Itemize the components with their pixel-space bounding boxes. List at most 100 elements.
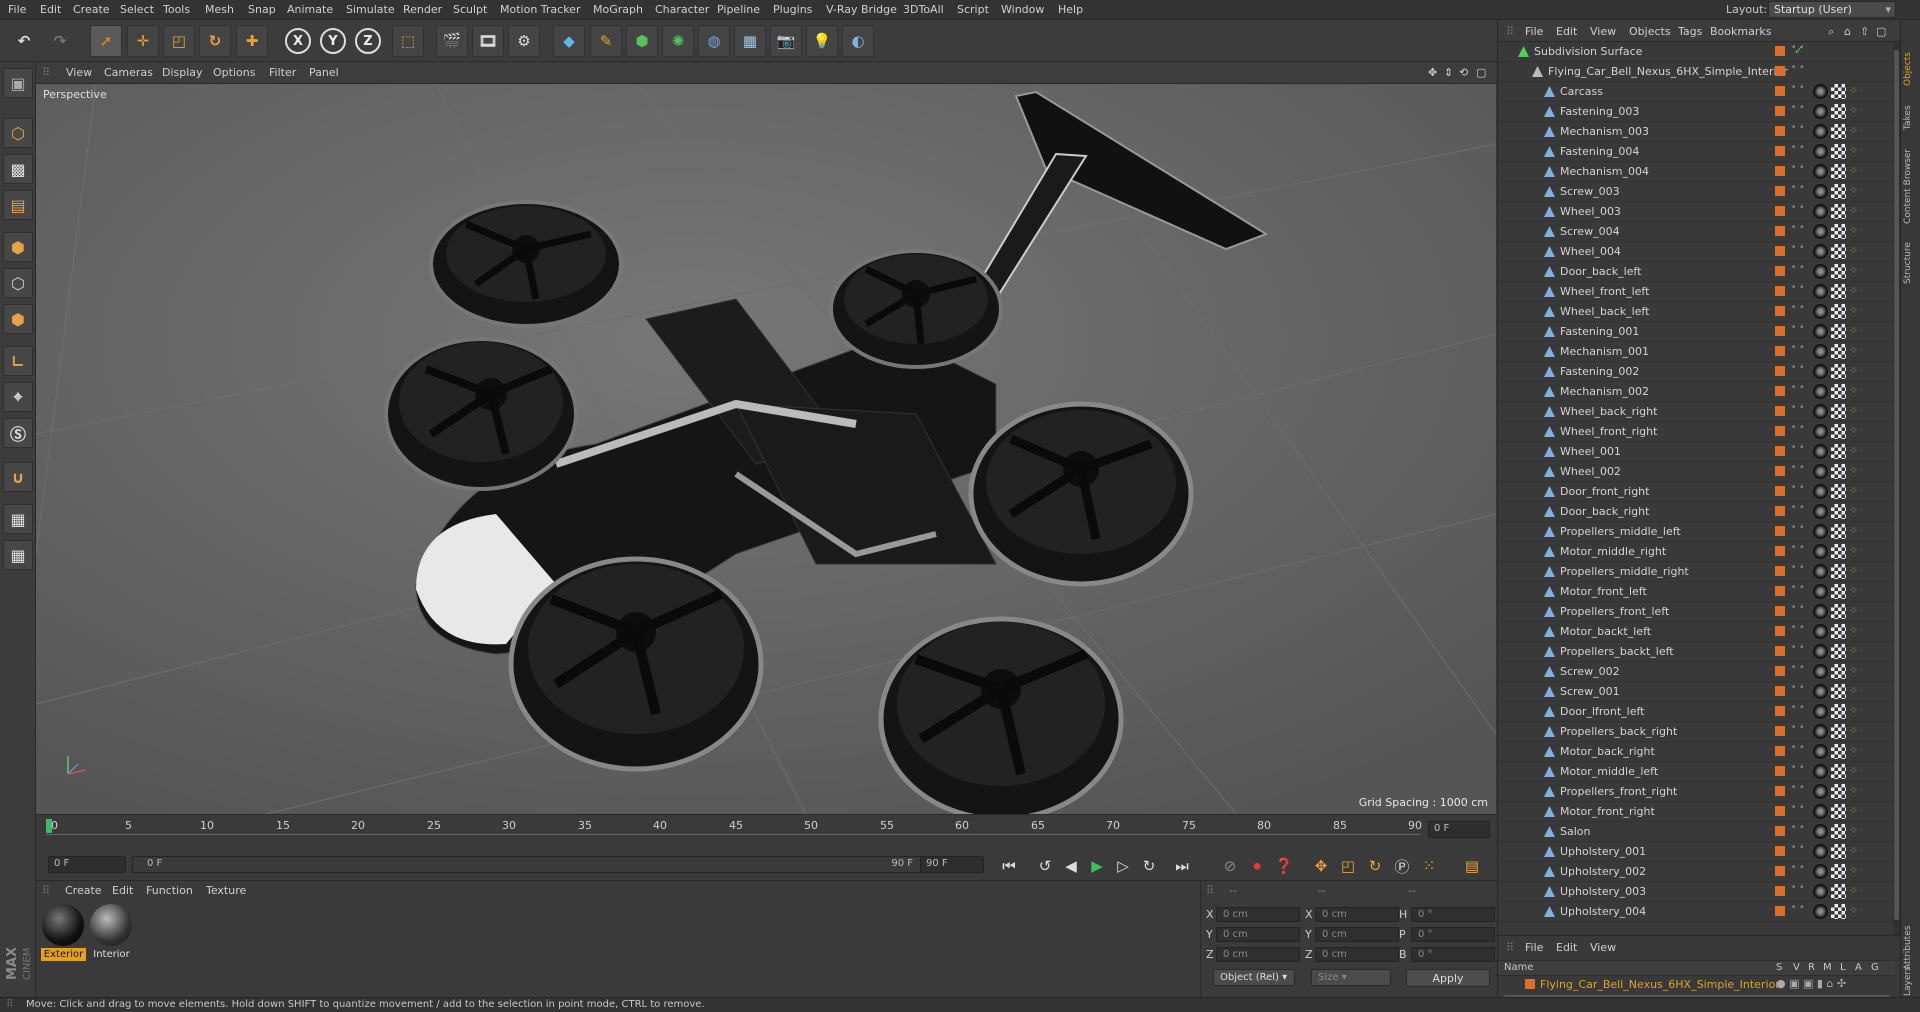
texture-tag-icon[interactable]: [1831, 704, 1846, 719]
pen-spline-icon[interactable]: ✎: [590, 25, 622, 57]
layer-color-box[interactable]: [1775, 226, 1785, 236]
visibility-dots-icon[interactable]: • •: [1791, 784, 1804, 793]
selection-tool-icon[interactable]: ➚: [90, 25, 122, 57]
selection-tag-icon[interactable]: ⁘: [1849, 384, 1864, 399]
visibility-dots-icon[interactable]: • •: [1791, 484, 1804, 493]
material-tag-icon[interactable]: [1813, 204, 1828, 219]
material-menu-function[interactable]: Function: [146, 884, 193, 897]
object-row[interactable]: Wheel_front_left • • ⁘: [1498, 282, 1894, 302]
material-tag-icon[interactable]: [1813, 224, 1828, 239]
layer-color-box[interactable]: [1775, 466, 1785, 476]
menu-render[interactable]: Render: [403, 3, 442, 16]
scale-tool-icon[interactable]: ◰: [163, 25, 195, 57]
visibility-dots-icon[interactable]: • •: [1791, 664, 1804, 673]
menu-simulate[interactable]: Simulate: [346, 3, 395, 16]
material-tag-icon[interactable]: [1813, 904, 1828, 919]
material-tag-icon[interactable]: [1813, 144, 1828, 159]
layer-color-box[interactable]: [1775, 686, 1785, 696]
selection-tag-icon[interactable]: ⁘: [1849, 164, 1864, 179]
selection-tag-icon[interactable]: ⁘: [1849, 564, 1864, 579]
magnet-icon[interactable]: ∪: [3, 462, 33, 492]
texture-tag-icon[interactable]: [1831, 624, 1846, 639]
selection-tag-icon[interactable]: ⁘: [1849, 304, 1864, 319]
object-row[interactable]: Upholstery_003 • • ⁘: [1498, 882, 1894, 902]
material-tag-icon[interactable]: [1813, 804, 1828, 819]
visibility-dots-icon[interactable]: • •: [1791, 624, 1804, 633]
selection-tag-icon[interactable]: ⁘: [1849, 284, 1864, 299]
texture-tag-icon[interactable]: [1831, 604, 1846, 619]
tab-attributes[interactable]: Attributes: [1903, 920, 1919, 970]
layer-color-box[interactable]: [1775, 486, 1785, 496]
material-tag-icon[interactable]: [1813, 304, 1828, 319]
texture-tag-icon[interactable]: [1831, 764, 1846, 779]
tab-layers[interactable]: Layers: [1903, 966, 1919, 996]
workplane-mode-icon[interactable]: ▤: [3, 190, 33, 220]
material-exterior[interactable]: Exterior: [41, 903, 86, 963]
selection-tag-icon[interactable]: ⁘: [1849, 724, 1864, 739]
texture-tag-icon[interactable]: [1831, 404, 1846, 419]
live-selection-icon[interactable]: ✚: [236, 25, 268, 57]
visibility-dots-icon[interactable]: • •: [1791, 324, 1804, 333]
om-menu-bookmarks[interactable]: Bookmarks: [1710, 25, 1771, 38]
texture-tag-icon[interactable]: [1831, 84, 1846, 99]
render-view-icon[interactable]: 🎬: [436, 25, 468, 57]
texture-tag-icon[interactable]: [1831, 224, 1846, 239]
selection-tag-icon[interactable]: ⁘: [1849, 504, 1864, 519]
selection-tag-icon[interactable]: ⁘: [1849, 604, 1864, 619]
layer-color-box[interactable]: [1775, 746, 1785, 756]
play-forward-icon[interactable]: ▶: [1086, 856, 1108, 876]
object-row[interactable]: Motor_middle_right • • ⁘: [1498, 542, 1894, 562]
apply-button[interactable]: Apply: [1406, 969, 1490, 987]
texture-tag-icon[interactable]: [1831, 244, 1846, 259]
material-tag-icon[interactable]: [1813, 704, 1828, 719]
material-tag-icon[interactable]: [1813, 764, 1828, 779]
go-to-start-icon[interactable]: ⏮: [998, 856, 1020, 876]
material-tag-icon[interactable]: [1813, 464, 1828, 479]
selection-tag-icon[interactable]: ⁘: [1849, 184, 1864, 199]
menu-file[interactable]: File: [8, 3, 26, 16]
layer-color-swatch[interactable]: [1525, 979, 1535, 989]
object-row[interactable]: Propellers_middle_right • • ⁘: [1498, 562, 1894, 582]
layer-color-box[interactable]: [1775, 346, 1785, 356]
object-row[interactable]: Salon • • ⁘: [1498, 822, 1894, 842]
object-row[interactable]: Screw_001 • • ⁘: [1498, 682, 1894, 702]
material-tag-icon[interactable]: [1813, 84, 1828, 99]
texture-tag-icon[interactable]: [1831, 484, 1846, 499]
material-tag-icon[interactable]: [1813, 784, 1828, 799]
material-menu-create[interactable]: Create: [65, 884, 102, 897]
om-menu-objects[interactable]: Objects: [1629, 25, 1671, 38]
menu-mesh[interactable]: Mesh: [205, 3, 234, 16]
layer-color-box[interactable]: [1775, 566, 1785, 576]
tweak-mode-icon[interactable]: ⌖: [3, 382, 33, 412]
cube-primitive-icon[interactable]: ◆: [553, 25, 585, 57]
layer-color-box[interactable]: [1775, 586, 1785, 596]
enabled-check-icon[interactable]: ✓: [1794, 44, 1803, 57]
layer-color-box[interactable]: [1775, 766, 1785, 776]
viewport-menu-view[interactable]: View: [66, 66, 92, 79]
layer-color-box[interactable]: [1775, 726, 1785, 736]
layer-color-box[interactable]: [1775, 66, 1785, 76]
texture-tag-icon[interactable]: [1831, 504, 1846, 519]
autokeying-icon[interactable]: ❓: [1273, 856, 1295, 876]
layer-color-box[interactable]: [1775, 86, 1785, 96]
material-tag-icon[interactable]: [1813, 664, 1828, 679]
material-tag-icon[interactable]: [1813, 384, 1828, 399]
subdivision-generator-icon[interactable]: ⬢: [626, 25, 658, 57]
texture-tag-icon[interactable]: [1831, 684, 1846, 699]
selection-tag-icon[interactable]: ⁘: [1849, 344, 1864, 359]
floor-icon[interactable]: ▦: [734, 25, 766, 57]
menu-plugins[interactable]: Plugins: [773, 3, 812, 16]
object-row[interactable]: Motor_back_right • • ⁘: [1498, 742, 1894, 762]
menu-snap[interactable]: Snap: [248, 3, 276, 16]
texture-tag-icon[interactable]: [1831, 264, 1846, 279]
object-row[interactable]: Propellers_middle_left • • ⁘: [1498, 522, 1894, 542]
visibility-dots-icon[interactable]: • •: [1791, 224, 1804, 233]
current-frame-field[interactable]: 0 F: [1428, 821, 1490, 838]
undo-icon[interactable]: ↶: [8, 25, 40, 57]
material-tag-icon[interactable]: [1813, 484, 1828, 499]
texture-tag-icon[interactable]: [1831, 724, 1846, 739]
selection-tag-icon[interactable]: ⁘: [1849, 864, 1864, 879]
lock-workplane-icon[interactable]: ▦: [3, 504, 33, 534]
object-row[interactable]: Fastening_002 • • ⁘: [1498, 362, 1894, 382]
viewport-rotate-icon[interactable]: ⟲: [1459, 66, 1468, 79]
